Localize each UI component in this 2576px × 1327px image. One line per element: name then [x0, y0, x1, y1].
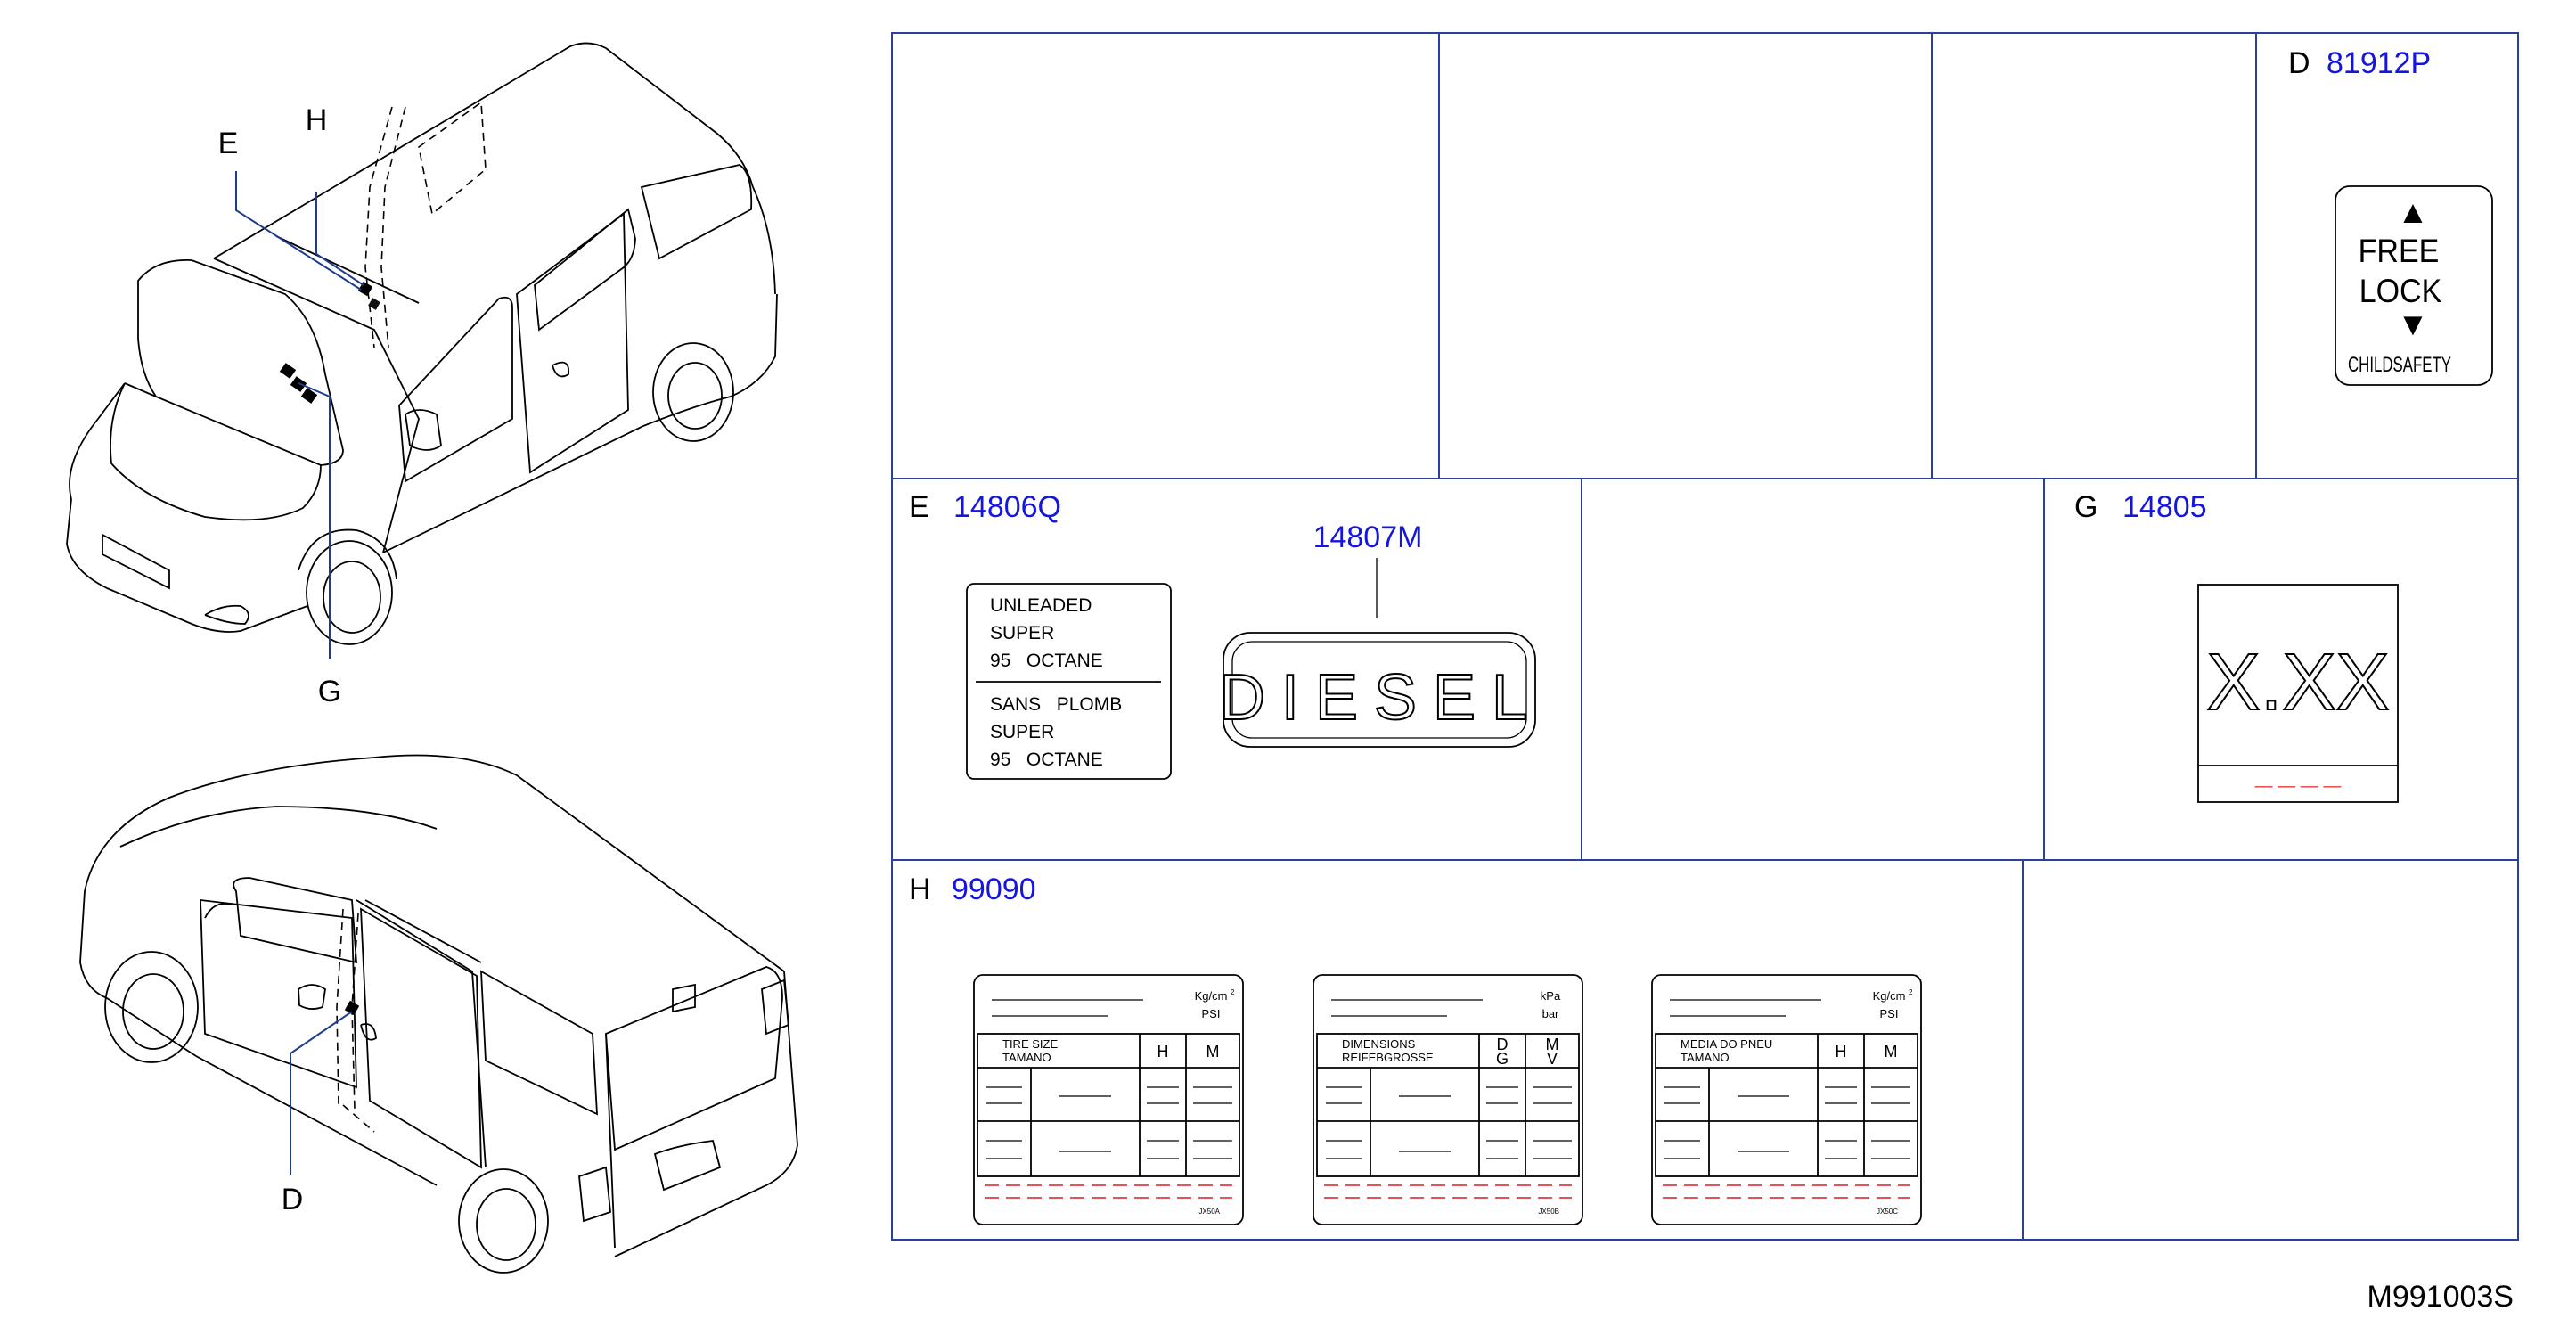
callout-g: G: [318, 675, 341, 709]
panel-h-letter: H: [909, 872, 931, 906]
tire-col-a: H: [1836, 1043, 1847, 1061]
tire-label-code: JX50C: [1877, 1208, 1898, 1216]
callout-e: E: [218, 127, 239, 160]
fuel-label-line: 95 OCTANE: [990, 750, 1103, 770]
fuel-label-line: SANS PLOMB: [990, 694, 1122, 715]
child-lock-lock-text: LOCK: [2359, 274, 2442, 309]
diagram-code: M991003S: [2367, 1280, 2514, 1314]
panel-d-letter: D: [2288, 46, 2310, 80]
tire-label-code: JX50A: [1198, 1208, 1220, 1216]
tire-header-1: DIMENSIONS: [1342, 1037, 1416, 1051]
tire-unit-2: bar: [1542, 1007, 1559, 1020]
tire-header-1: TIRE SIZE: [1002, 1037, 1058, 1051]
tire-unit-2: PSI: [1880, 1007, 1899, 1020]
value-label-dashes: — — — —: [2255, 776, 2342, 796]
tire-col-b2: V: [1547, 1050, 1558, 1068]
panel-d-part-number: 81912P: [2327, 46, 2431, 80]
fuel-label-line: SUPER: [990, 623, 1054, 643]
fuel-label-line: UNLEADED: [990, 595, 1092, 616]
tire-col-b: M: [1885, 1043, 1898, 1061]
tire-col-a2: G: [1496, 1050, 1509, 1068]
fuel-label-line: SUPER: [990, 722, 1054, 742]
tire-unit-1: Kg/cm: [1195, 989, 1228, 1003]
tire-col-b: M: [1206, 1043, 1220, 1061]
front-van-illustration: [66, 42, 778, 659]
fuel-label-line: 95 OCTANE: [990, 651, 1103, 671]
callout-d: D: [282, 1183, 304, 1216]
parts-diagram: E H G D D 81912P ▲ FREE LOCK ▼ CHILDSAFE…: [0, 0, 2576, 1323]
tire-pressure-label: Kg/cm 2 PSI TIRE SIZETAMANO H M JX50A: [973, 974, 1244, 1225]
panel-g-letter: G: [2074, 490, 2098, 524]
tire-unit-1: Kg/cm: [1873, 989, 1906, 1003]
panel-e-part-number: 14806Q: [953, 490, 1061, 524]
tire-unit-sup: 2: [1231, 988, 1235, 996]
panel-h-part-number: 99090: [952, 872, 1036, 906]
tire-header-2: TAMANO: [1002, 1051, 1051, 1064]
diesel-part-number: 14807M: [1313, 520, 1423, 554]
panel-e: E 14806Q UNLEADED SUPER 95 OCTANE SANS P…: [909, 490, 1543, 780]
value-label-text: X.XX: [2206, 638, 2389, 727]
panel-e-letter: E: [909, 490, 929, 524]
tire-col-a: H: [1157, 1043, 1169, 1061]
down-arrow-icon: ▼: [2397, 306, 2429, 342]
tire-unit-sup: 2: [1909, 988, 1913, 996]
tire-header-2: TAMANO: [1681, 1051, 1730, 1064]
diagram-canvas: E H G D D 81912P ▲ FREE LOCK ▼ CHILDSAFE…: [66, 32, 2519, 1314]
panel-g: G 14805 X.XX — — — —: [2074, 490, 2399, 803]
rear-van-illustration: [79, 754, 798, 1274]
tire-header-1: MEDIA DO PNEU: [1681, 1037, 1772, 1051]
diesel-text: DIESEL: [1219, 662, 1543, 733]
up-arrow-icon: ▲: [2397, 193, 2429, 230]
tire-label-code: JX50B: [1538, 1208, 1559, 1216]
tire-unit-1: kPa: [1541, 989, 1561, 1003]
callout-h: H: [306, 103, 328, 137]
tire-pressure-label: kPabarDIMENSIONSREIFEBGROSSED MG VJX50B: [1313, 974, 1583, 1225]
child-safety-text: CHILDSAFETY: [2348, 353, 2451, 377]
child-lock-free-text: FREE: [2359, 233, 2440, 269]
tire-unit-2: PSI: [1202, 1007, 1221, 1020]
tire-header-2: REIFEBGROSSE: [1342, 1051, 1434, 1064]
panel-d: D 81912P ▲ FREE LOCK ▼ CHILDSAFETY: [2288, 46, 2493, 386]
tire-pressure-label: Kg/cm 2 PSI MEDIA DO PNEUTAMANO H M JX50C: [1651, 974, 1922, 1225]
panel-g-part-number: 14805: [2122, 490, 2207, 524]
panel-h: H 99090 Kg/cm 2PSITIRE SIZETAMANO H MJX50Ak…: [909, 872, 1922, 1225]
